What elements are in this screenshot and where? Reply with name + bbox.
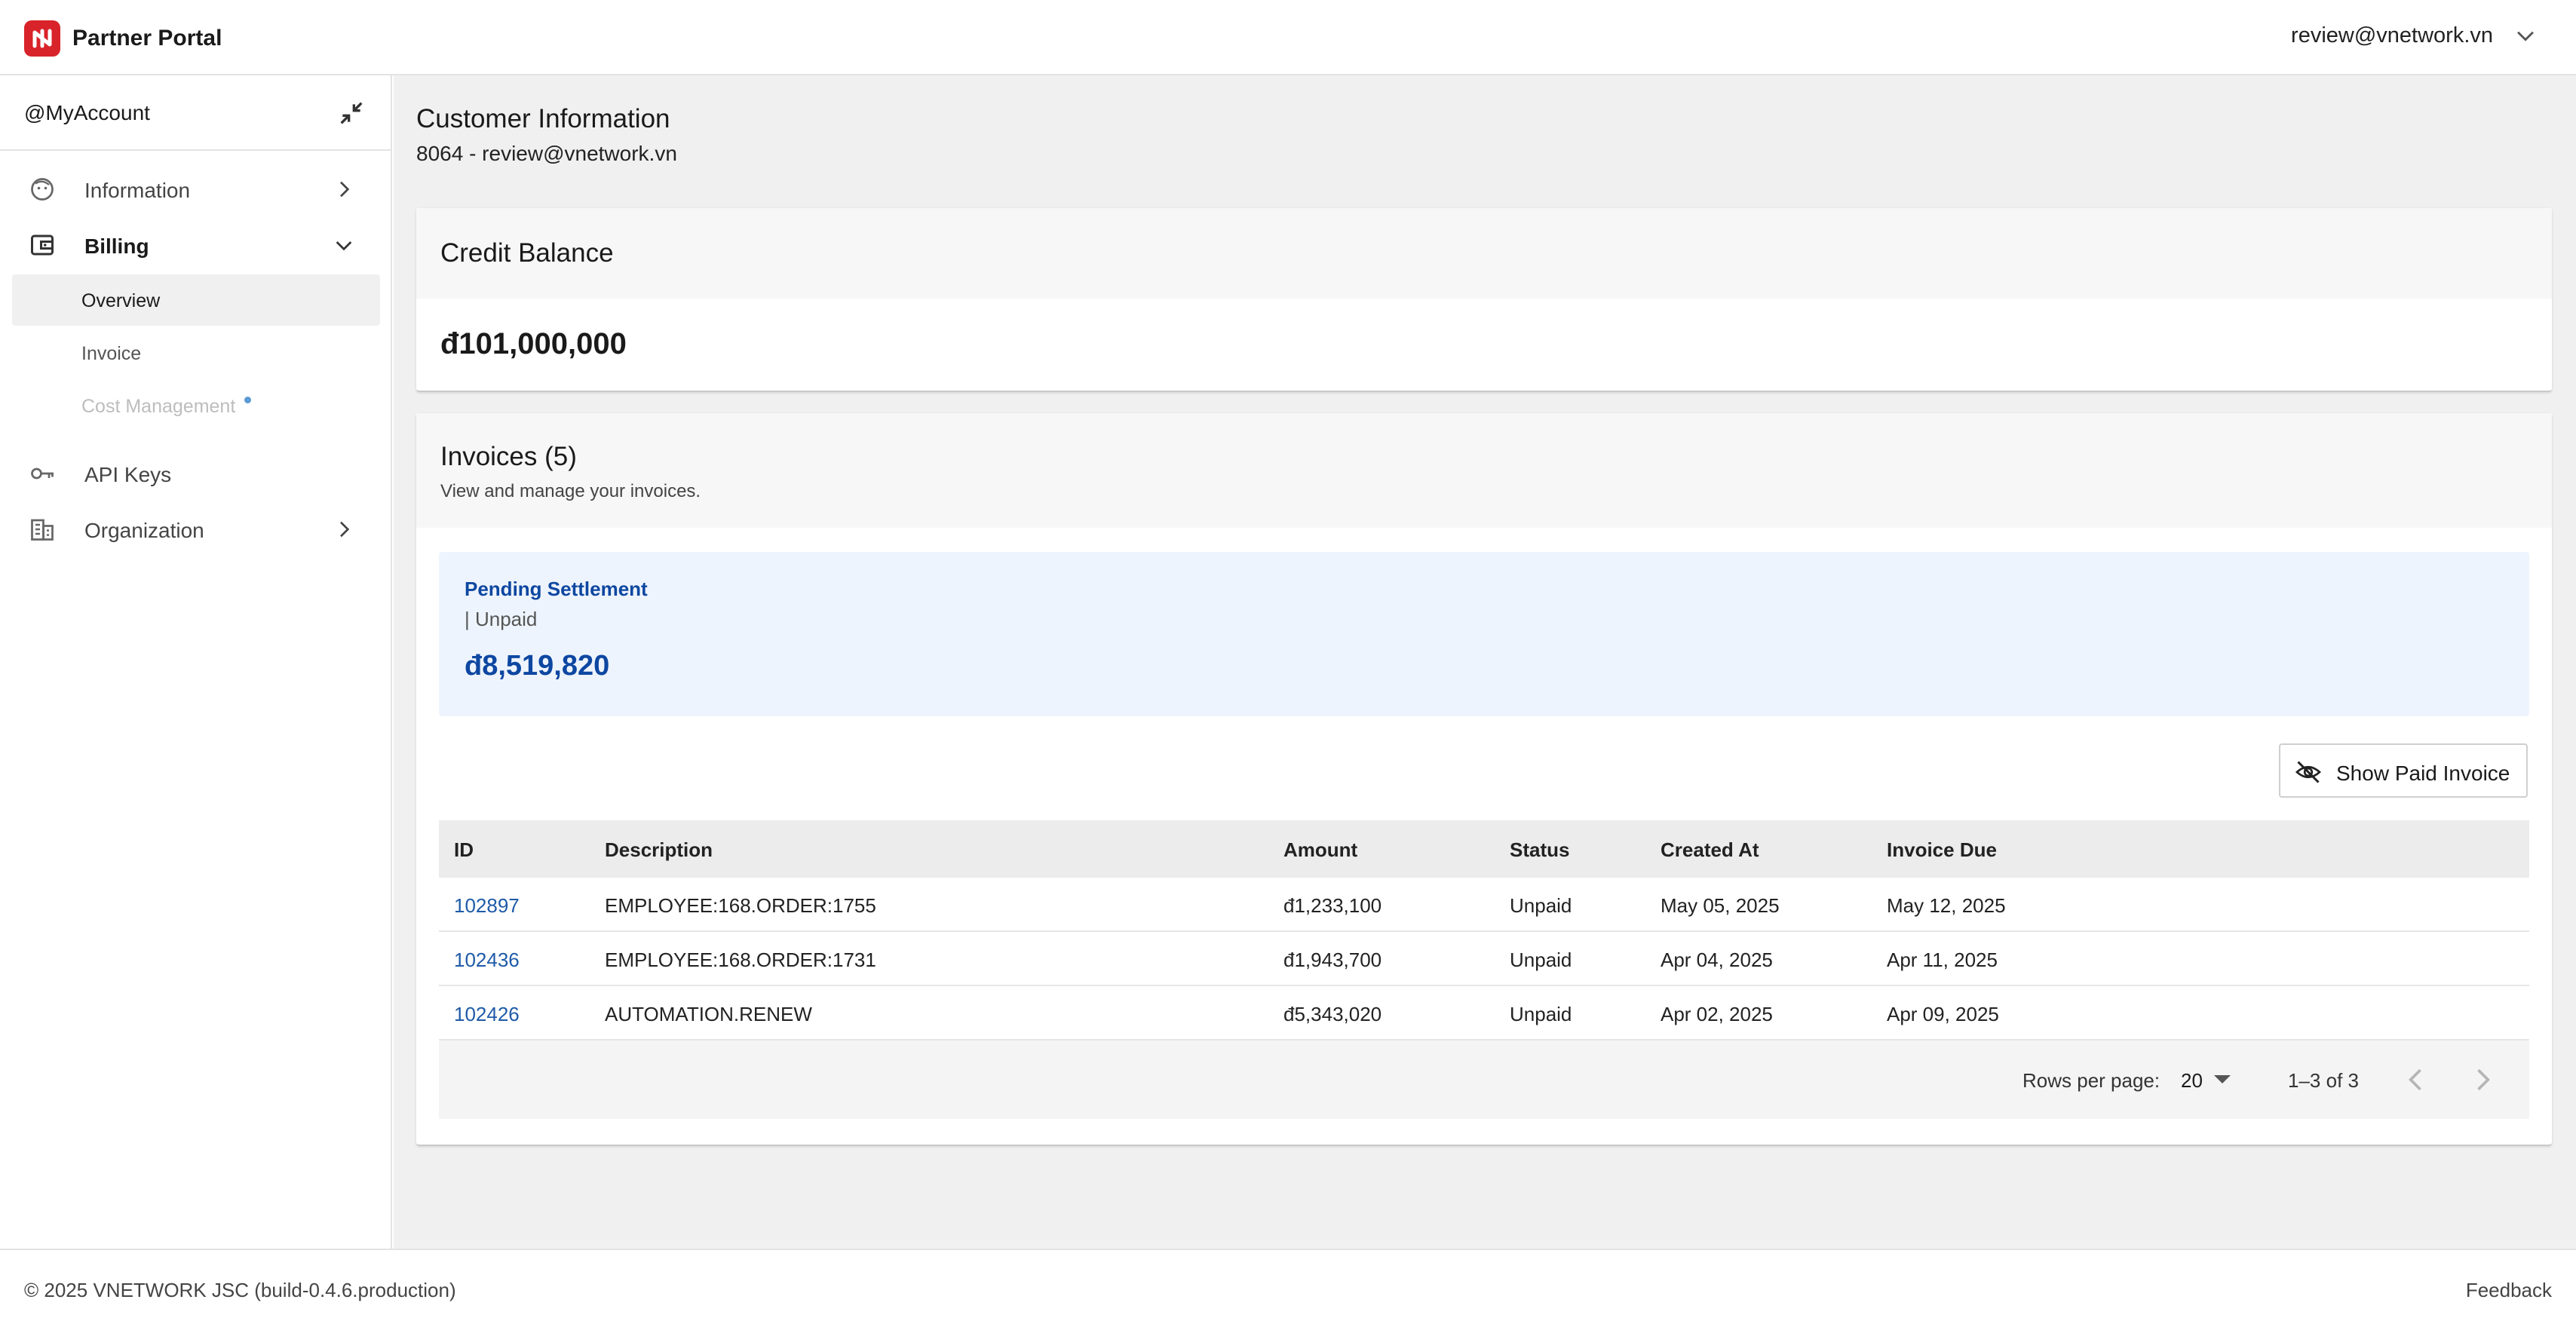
app-title: Partner Portal	[72, 26, 222, 51]
invoice-description: AUTOMATION.RENEW	[605, 1003, 812, 1025]
building-icon	[31, 519, 54, 541]
pending-status: | Unpaid	[465, 608, 538, 630]
user-menu[interactable]: review@vnetwork.vn	[2291, 23, 2538, 48]
invoice-due-date: Apr 09, 2025	[1887, 1003, 1999, 1025]
wallet-icon	[31, 234, 54, 256]
key-icon	[31, 467, 54, 480]
sidebar-item-organization[interactable]: Organization	[12, 503, 380, 556]
invoice-status: Unpaid	[1510, 894, 1572, 917]
sidebar-subitem-invoice[interactable]: Invoice	[12, 327, 380, 379]
account-header: @MyAccount	[0, 75, 391, 151]
feedback-link[interactable]: Feedback	[2466, 1279, 2552, 1302]
chevron-right-icon	[340, 181, 350, 198]
sidebar-item-billing[interactable]: Billing	[12, 219, 380, 271]
pending-amount: đ8,519,820	[465, 650, 610, 682]
invoice-amount: đ1,233,100	[1283, 894, 1382, 917]
invoice-amount: đ5,343,020	[1283, 1003, 1382, 1025]
eye-off-icon	[2295, 761, 2322, 783]
invoice-due-date: May 12, 2025	[1887, 894, 2006, 917]
rows-per-page-value: 20	[2181, 1069, 2203, 1092]
next-page-icon[interactable]	[2466, 1063, 2499, 1096]
table-row[interactable]: 102897 EMPLOYEE:168.ORDER:1755 đ1,233,10…	[439, 878, 2529, 932]
column-header-id[interactable]: ID	[454, 838, 474, 862]
new-indicator-dot	[244, 397, 251, 403]
sidebar-item-label: Organization	[84, 519, 204, 542]
invoice-amount: đ1,943,700	[1283, 949, 1382, 971]
table-pagination: Rows per page: 20 1–3 of 3	[439, 1041, 2529, 1119]
chevron-down-icon	[336, 241, 352, 251]
credit-amount: đ101,000,000	[440, 327, 627, 360]
button-label: Show Paid Invoice	[2336, 762, 2510, 785]
sidebar-item-label: API Keys	[84, 463, 172, 486]
brand-logo[interactable]	[24, 20, 60, 57]
sidebar-subitem-cost-management: Cost Management	[12, 380, 380, 431]
card-header: Invoices (5) View and manage your invoic…	[416, 413, 2552, 528]
invoice-created-at: Apr 02, 2025	[1661, 1003, 1773, 1025]
copyright-text: © 2025 VNETWORK JSC (build-0.4.6.product…	[24, 1279, 456, 1301]
logo-mark-icon	[32, 29, 52, 48]
table-header: ID Description Amount Status Created At …	[439, 820, 2529, 878]
invoice-id-link[interactable]: 102897	[454, 894, 520, 918]
rows-per-page-select[interactable]: 20	[2181, 1065, 2244, 1095]
sidebar-subitem-overview[interactable]: Overview	[12, 274, 380, 326]
sidebar-subitem-label: Overview	[81, 290, 161, 311]
footer: © 2025 VNETWORK JSC (build-0.4.6.product…	[0, 1249, 2576, 1324]
table-row[interactable]: 102426 AUTOMATION.RENEW đ5,343,020 Unpai…	[439, 986, 2529, 1041]
column-header-amount[interactable]: Amount	[1283, 838, 1357, 862]
pending-settlement-panel: Pending Settlement | Unpaid đ8,519,820	[439, 552, 2529, 716]
pagination-range: 1–3 of 3	[2288, 1069, 2359, 1092]
sidebar-item-label: Information	[84, 179, 191, 202]
sidebar-item-label: Billing	[84, 234, 149, 258]
sidebar-item-information[interactable]: Information	[12, 163, 380, 216]
sidebar-item-api-keys[interactable]: API Keys	[12, 447, 380, 500]
user-email: review@vnetwork.vn	[2291, 23, 2493, 48]
column-header-invoice-due[interactable]: Invoice Due	[1887, 838, 1997, 862]
invoice-status: Unpaid	[1510, 1003, 1572, 1025]
invoice-created-at: May 05, 2025	[1661, 894, 1780, 917]
caret-down-icon	[2214, 1075, 2231, 1083]
table-row[interactable]: 102436 EMPLOYEE:168.ORDER:1731 đ1,943,70…	[439, 932, 2529, 986]
invoice-due-date: Apr 11, 2025	[1887, 949, 1998, 971]
column-header-description[interactable]: Description	[605, 838, 713, 862]
column-header-created-at[interactable]: Created At	[1661, 838, 1759, 862]
card-title: Credit Balance	[440, 238, 614, 268]
invoice-status: Unpaid	[1510, 949, 1572, 971]
invoices-card: Invoices (5) View and manage your invoic…	[416, 413, 2552, 1146]
collapse-icon[interactable]	[336, 98, 366, 128]
sidebar: @MyAccount Information Billing Overview …	[0, 75, 392, 1249]
invoice-id-link[interactable]: 102436	[454, 949, 520, 972]
chevron-right-icon	[340, 521, 350, 538]
previous-page-icon[interactable]	[2400, 1063, 2433, 1096]
invoice-description: EMPLOYEE:168.ORDER:1755	[605, 894, 876, 917]
face-icon	[31, 178, 54, 201]
invoice-created-at: Apr 04, 2025	[1661, 949, 1773, 971]
show-paid-invoice-button[interactable]: Show Paid Invoice	[2279, 743, 2528, 798]
main-content: Customer Information 8064 - review@vnetw…	[394, 75, 2576, 1249]
invoice-description: EMPLOYEE:168.ORDER:1731	[605, 949, 876, 971]
card-header: Credit Balance	[416, 208, 2552, 299]
pending-title: Pending Settlement	[465, 578, 648, 600]
top-bar: Partner Portal review@vnetwork.vn	[0, 0, 2576, 75]
rows-per-page-label: Rows per page:	[2022, 1069, 2160, 1092]
account-label: @MyAccount	[24, 101, 150, 124]
customer-id-email: 8064 - review@vnetwork.vn	[416, 142, 677, 165]
sidebar-subitem-label: Cost Management	[81, 396, 236, 417]
chevron-down-icon	[2517, 31, 2534, 41]
invoices-table: ID Description Amount Status Created At …	[439, 820, 2529, 1119]
column-header-status[interactable]: Status	[1510, 838, 1569, 862]
invoice-id-link[interactable]: 102426	[454, 1003, 520, 1026]
card-title: Invoices (5)	[440, 442, 577, 471]
credit-balance-card: Credit Balance đ101,000,000	[416, 208, 2552, 392]
card-subtitle: View and manage your invoices.	[440, 481, 701, 501]
page-title: Customer Information	[416, 104, 670, 133]
sidebar-subitem-label: Invoice	[81, 343, 142, 364]
